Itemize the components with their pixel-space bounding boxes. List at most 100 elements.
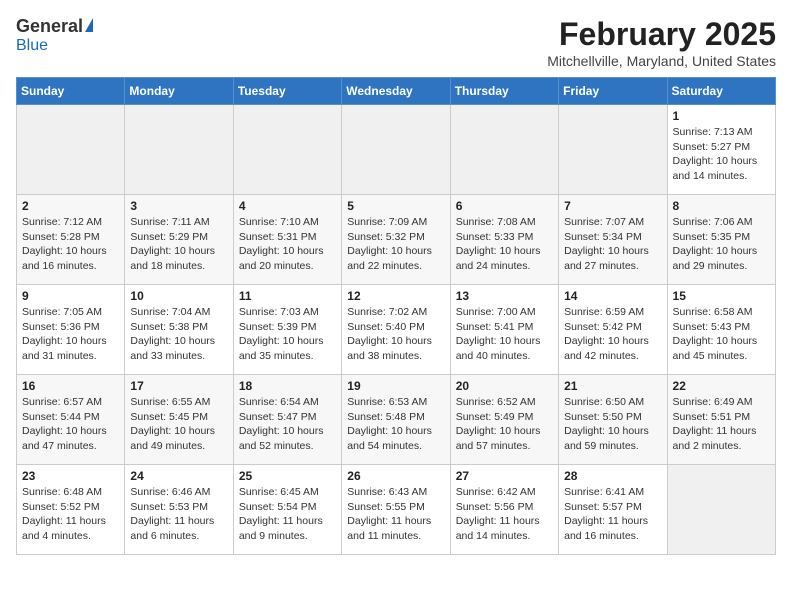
calendar-cell: 17Sunrise: 6:55 AM Sunset: 5:45 PM Dayli…	[125, 375, 233, 465]
day-info: Sunrise: 7:07 AM Sunset: 5:34 PM Dayligh…	[564, 215, 661, 274]
logo-general-text: General	[16, 16, 83, 37]
day-info: Sunrise: 6:54 AM Sunset: 5:47 PM Dayligh…	[239, 395, 336, 454]
calendar-cell: 18 Sunrise: 6:54 AM Sunset: 5:47 PM Dayli…	[233, 375, 341, 465]
calendar-cell: 24 Sunrise: 6:46 AM Sunset: 5:53 PM Dayli…	[125, 465, 233, 555]
day-info: Sunrise: 7:05 AM Sunset: 5:36 PM Dayligh…	[22, 305, 119, 364]
day-info: Sunrise: 6:49 AM Sunset: 5:51 PM Dayligh…	[673, 395, 770, 454]
day-info: Sunrise: 7:04 AM Sunset: 5:38 PM Dayligh…	[130, 305, 227, 364]
calendar-cell: 12 Sunrise: 7:02 AM Sunset: 5:40 PM Dayli…	[342, 285, 450, 375]
day-info: Sunrise: 6:45 AM Sunset: 5:54 PM Dayligh…	[239, 485, 336, 544]
calendar-cell: 6 Sunrise: 7:08 AM Sunset: 5:33 PM Daylig…	[450, 195, 558, 285]
day-number: 15	[673, 289, 770, 303]
day-number: 27	[456, 469, 553, 483]
calendar-cell: 13 Sunrise: 7:00 AM Sunset: 5:41 PM Dayli…	[450, 285, 558, 375]
day-info: Sunrise: 7:06 AM Sunset: 5:35 PM Dayligh…	[673, 215, 770, 274]
day-number: 2	[22, 199, 119, 213]
day-info: Sunrise: 7:13 AM Sunset: 5:27 PM Dayligh…	[673, 125, 770, 184]
calendar-cell	[125, 105, 233, 195]
day-number: 25	[239, 469, 336, 483]
day-number: 18	[239, 379, 336, 393]
week-row-2: 2 Sunrise: 7:12 AM Sunset: 5:28 PM Daylig…	[17, 195, 776, 285]
day-number: 21	[564, 379, 661, 393]
day-number: 8	[673, 199, 770, 213]
day-number: 11	[239, 289, 336, 303]
day-info: Sunrise: 6:46 AM Sunset: 5:53 PM Dayligh…	[130, 485, 227, 544]
calendar-cell: 26 Sunrise: 6:43 AM Sunset: 5:55 PM Dayli…	[342, 465, 450, 555]
calendar-cell: 10 Sunrise: 7:04 AM Sunset: 5:38 PM Dayli…	[125, 285, 233, 375]
calendar-cell: 23 Sunrise: 6:48 AM Sunset: 5:52 PM Dayli…	[17, 465, 125, 555]
day-number: 26	[347, 469, 444, 483]
calendar-cell: 22 Sunrise: 6:49 AM Sunset: 5:51 PM Dayli…	[667, 375, 775, 465]
calendar-cell: 15 Sunrise: 6:58 AM Sunset: 5:43 PM Dayli…	[667, 285, 775, 375]
weekday-header-tuesday: Tuesday	[233, 78, 341, 105]
logo: General Blue	[16, 16, 93, 55]
day-info: Sunrise: 7:02 AM Sunset: 5:40 PM Dayligh…	[347, 305, 444, 364]
calendar-cell: 28 Sunrise: 6:41 AM Sunset: 5:57 PM Dayli…	[559, 465, 667, 555]
day-number: 4	[239, 199, 336, 213]
day-number: 10	[130, 289, 227, 303]
calendar-cell	[233, 105, 341, 195]
day-info: Sunrise: 7:11 AM Sunset: 5:29 PM Dayligh…	[130, 215, 227, 274]
day-number: 20	[456, 379, 553, 393]
day-info: Sunrise: 7:10 AM Sunset: 5:31 PM Dayligh…	[239, 215, 336, 274]
weekday-header-sunday: Sunday	[17, 78, 125, 105]
day-info: Sunrise: 7:08 AM Sunset: 5:33 PM Dayligh…	[456, 215, 553, 274]
week-row-4: 16 Sunrise: 6:57 AM Sunset: 5:44 PM Dayli…	[17, 375, 776, 465]
weekday-header-thursday: Thursday	[450, 78, 558, 105]
week-row-1: 1Sunrise: 7:13 AM Sunset: 5:27 PM Daylig…	[17, 105, 776, 195]
calendar-cell: 9 Sunrise: 7:05 AM Sunset: 5:36 PM Daylig…	[17, 285, 125, 375]
weekday-header-monday: Monday	[125, 78, 233, 105]
calendar-cell	[17, 105, 125, 195]
weekday-header-friday: Friday	[559, 78, 667, 105]
calendar-cell	[342, 105, 450, 195]
day-info: Sunrise: 7:12 AM Sunset: 5:28 PM Dayligh…	[22, 215, 119, 274]
calendar-cell: 7 Sunrise: 7:07 AM Sunset: 5:34 PM Daylig…	[559, 195, 667, 285]
day-number: 24	[130, 469, 227, 483]
day-info: Sunrise: 6:59 AM Sunset: 5:42 PM Dayligh…	[564, 305, 661, 364]
weekday-header-wednesday: Wednesday	[342, 78, 450, 105]
calendar-cell	[450, 105, 558, 195]
calendar-table: SundayMondayTuesdayWednesdayThursdayFrid…	[16, 77, 776, 555]
calendar-cell: 3 Sunrise: 7:11 AM Sunset: 5:29 PM Daylig…	[125, 195, 233, 285]
day-info: Sunrise: 6:50 AM Sunset: 5:50 PM Dayligh…	[564, 395, 661, 454]
day-info: Sunrise: 6:41 AM Sunset: 5:57 PM Dayligh…	[564, 485, 661, 544]
calendar-cell: 14 Sunrise: 6:59 AM Sunset: 5:42 PM Dayli…	[559, 285, 667, 375]
week-row-5: 23 Sunrise: 6:48 AM Sunset: 5:52 PM Dayli…	[17, 465, 776, 555]
calendar-cell: 16 Sunrise: 6:57 AM Sunset: 5:44 PM Dayli…	[17, 375, 125, 465]
calendar-title: February 2025	[547, 16, 776, 53]
day-number: 16	[22, 379, 119, 393]
day-number: 23	[22, 469, 119, 483]
day-info: Sunrise: 6:58 AM Sunset: 5:43 PM Dayligh…	[673, 305, 770, 364]
day-number: 6	[456, 199, 553, 213]
week-row-3: 9 Sunrise: 7:05 AM Sunset: 5:36 PM Daylig…	[17, 285, 776, 375]
day-info: Sunrise: 7:09 AM Sunset: 5:32 PM Dayligh…	[347, 215, 444, 274]
calendar-cell: 4 Sunrise: 7:10 AM Sunset: 5:31 PM Daylig…	[233, 195, 341, 285]
day-number: 22	[673, 379, 770, 393]
calendar-cell: 21 Sunrise: 6:50 AM Sunset: 5:50 PM Dayli…	[559, 375, 667, 465]
day-info: Sunrise: 6:52 AM Sunset: 5:49 PM Dayligh…	[456, 395, 553, 454]
day-number: 14	[564, 289, 661, 303]
day-number: 17	[130, 379, 227, 393]
day-info: Sunrise: 6:57 AM Sunset: 5:44 PM Dayligh…	[22, 395, 119, 454]
day-info: Sunrise: 6:43 AM Sunset: 5:55 PM Dayligh…	[347, 485, 444, 544]
calendar-cell: 5Sunrise: 7:09 AM Sunset: 5:32 PM Daylig…	[342, 195, 450, 285]
day-number: 28	[564, 469, 661, 483]
day-number: 19	[347, 379, 444, 393]
logo-triangle-icon	[85, 18, 93, 32]
calendar-cell: 20 Sunrise: 6:52 AM Sunset: 5:49 PM Dayli…	[450, 375, 558, 465]
day-number: 12	[347, 289, 444, 303]
calendar-subtitle: Mitchellville, Maryland, United States	[547, 53, 776, 69]
logo-blue-text: Blue	[16, 37, 48, 55]
calendar-cell: 19Sunrise: 6:53 AM Sunset: 5:48 PM Dayli…	[342, 375, 450, 465]
day-info: Sunrise: 6:48 AM Sunset: 5:52 PM Dayligh…	[22, 485, 119, 544]
calendar-cell: 2 Sunrise: 7:12 AM Sunset: 5:28 PM Daylig…	[17, 195, 125, 285]
day-info: Sunrise: 7:03 AM Sunset: 5:39 PM Dayligh…	[239, 305, 336, 364]
day-number: 7	[564, 199, 661, 213]
day-info: Sunrise: 7:00 AM Sunset: 5:41 PM Dayligh…	[456, 305, 553, 364]
calendar-cell: 1Sunrise: 7:13 AM Sunset: 5:27 PM Daylig…	[667, 105, 775, 195]
calendar-cell: 27Sunrise: 6:42 AM Sunset: 5:56 PM Dayli…	[450, 465, 558, 555]
day-number: 9	[22, 289, 119, 303]
day-number: 3	[130, 199, 227, 213]
day-number: 13	[456, 289, 553, 303]
calendar-cell: 11 Sunrise: 7:03 AM Sunset: 5:39 PM Dayli…	[233, 285, 341, 375]
